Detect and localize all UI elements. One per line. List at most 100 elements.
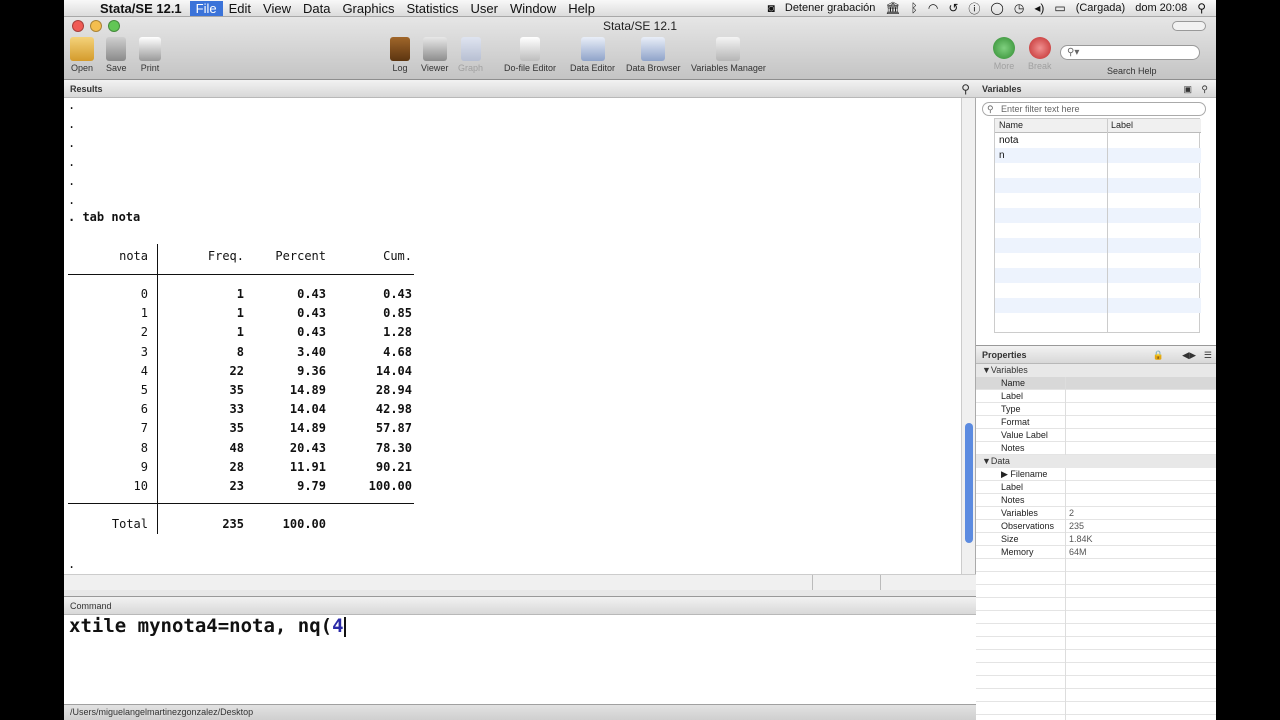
property-row[interactable]: ▶ Filename xyxy=(976,468,1216,481)
property-row[interactable] xyxy=(976,598,1216,611)
property-row[interactable] xyxy=(976,676,1216,689)
viewer-button[interactable]: Viewer xyxy=(421,37,448,73)
column-divider xyxy=(1065,611,1066,624)
bluetooth-icon[interactable]: ᛒ xyxy=(911,1,918,15)
property-row[interactable] xyxy=(976,663,1216,676)
property-row[interactable]: Name xyxy=(976,377,1216,390)
menu-file[interactable]: File xyxy=(189,0,223,16)
property-row[interactable] xyxy=(976,702,1216,715)
menu-statistics[interactable]: Statistics xyxy=(400,1,464,16)
property-row[interactable] xyxy=(976,637,1216,650)
property-row[interactable]: Notes xyxy=(976,442,1216,455)
section-variables[interactable]: ▼Variables xyxy=(976,364,1216,377)
menu-app[interactable]: Stata/SE 12.1 xyxy=(94,1,190,16)
variables-list: Name Label nota n xyxy=(994,118,1201,333)
property-value: 2 xyxy=(1069,508,1075,518)
search-icon[interactable]: ⚲ xyxy=(1201,80,1208,98)
property-row[interactable]: Variables 2 xyxy=(976,507,1216,520)
list-icon[interactable]: ☰ xyxy=(1204,346,1212,364)
menu-data[interactable]: Data xyxy=(297,1,336,16)
menu-window[interactable]: Window xyxy=(504,1,562,16)
property-row[interactable] xyxy=(976,624,1216,637)
property-row[interactable]: Value Label xyxy=(976,429,1216,442)
record-icon[interactable]: ◙ xyxy=(768,1,775,15)
property-row[interactable] xyxy=(976,650,1216,663)
nav-arrows-icon[interactable]: ◀▶ xyxy=(1182,346,1196,364)
menu-graphics[interactable]: Graphics xyxy=(336,1,400,16)
property-row[interactable]: Format xyxy=(976,416,1216,429)
property-row[interactable] xyxy=(976,572,1216,585)
column-divider xyxy=(1065,650,1066,663)
column-divider xyxy=(1065,663,1066,676)
recording-label[interactable]: Detener grabación xyxy=(785,2,876,14)
variable-row[interactable]: nota xyxy=(995,133,1201,148)
empty-row xyxy=(995,193,1201,208)
property-row[interactable]: Label xyxy=(976,481,1216,494)
scroll-thumb[interactable] xyxy=(965,423,973,543)
bank-icon[interactable]: 🏛 xyxy=(885,1,900,15)
property-row[interactable]: Size 1.84K xyxy=(976,533,1216,546)
more-button[interactable]: More xyxy=(993,37,1015,71)
command-input[interactable]: xtile mynota4=nota, nq(4 xyxy=(69,615,346,637)
menu-user[interactable]: User xyxy=(464,1,503,16)
print-button[interactable]: Print xyxy=(139,37,161,73)
property-row[interactable]: Notes xyxy=(976,494,1216,507)
search-help-input[interactable]: ⚲▾ xyxy=(1060,45,1200,60)
results-horizontal-scrollbar[interactable] xyxy=(64,574,976,590)
chat-icon[interactable]: ◯ xyxy=(990,1,1003,15)
screen: Stata/SE 12.1 File Edit View Data Graphi… xyxy=(64,0,1216,720)
graph-icon xyxy=(460,37,481,61)
column-label-header[interactable]: Label xyxy=(1111,120,1133,130)
search-icon: ⚲▾ xyxy=(1067,47,1080,58)
lock-icon[interactable]: 🔒 xyxy=(1153,346,1164,364)
property-row[interactable]: Observations 235 xyxy=(976,520,1216,533)
dofile-editor-button[interactable]: Do-file Editor xyxy=(504,37,556,73)
sync-icon[interactable]: ↺ xyxy=(948,1,958,15)
property-row[interactable]: Memory 64M xyxy=(976,546,1216,559)
accessibility-icon[interactable]: ⓘ xyxy=(968,0,980,17)
battery-icon[interactable]: ▭ xyxy=(1054,1,1065,15)
spotlight-icon[interactable]: ⚲ xyxy=(1197,1,1206,15)
log-button[interactable]: Log xyxy=(390,37,410,73)
data-editor-icon xyxy=(580,37,605,61)
clock-text[interactable]: dom 20:08 xyxy=(1135,2,1187,14)
open-button[interactable]: Open xyxy=(70,37,94,73)
menu-edit[interactable]: Edit xyxy=(223,1,257,16)
pane-menu-icon[interactable]: ▣ xyxy=(1183,80,1192,98)
column-divider xyxy=(1065,494,1066,507)
property-row[interactable] xyxy=(976,559,1216,572)
menu-view[interactable]: View xyxy=(257,1,297,16)
search-icon[interactable]: ⚲ xyxy=(961,80,970,98)
property-row[interactable] xyxy=(976,585,1216,598)
menu-help[interactable]: Help xyxy=(562,1,601,16)
printer-icon xyxy=(139,37,161,61)
variable-filter-input[interactable]: ⚲ Enter filter text here xyxy=(982,102,1206,116)
clock-icon[interactable]: ◷ xyxy=(1014,1,1024,15)
break-button[interactable]: Break xyxy=(1028,37,1052,71)
column-divider xyxy=(1065,520,1066,533)
property-row[interactable]: Type xyxy=(976,403,1216,416)
section-data[interactable]: ▼Data xyxy=(976,455,1216,468)
results-vertical-scrollbar[interactable] xyxy=(961,98,975,574)
graph-button[interactable]: Graph xyxy=(458,37,483,73)
column-divider xyxy=(1065,676,1066,689)
command-pane: Command xtile mynota4=nota, nq(4 xyxy=(64,596,976,704)
window-titlebar: Stata/SE 12.1 Open Save Print Log Viewer… xyxy=(64,17,1216,80)
data-editor-button[interactable]: Data Editor xyxy=(570,37,615,73)
volume-icon[interactable]: ◂) xyxy=(1034,1,1044,15)
battery-status[interactable]: (Cargada) xyxy=(1076,2,1126,14)
property-row[interactable] xyxy=(976,689,1216,702)
column-name-header[interactable]: Name xyxy=(999,120,1023,130)
save-button[interactable]: Save xyxy=(106,37,127,73)
toolbar-toggle-button[interactable] xyxy=(1172,21,1206,31)
property-row[interactable] xyxy=(976,715,1216,720)
column-divider xyxy=(1065,637,1066,650)
variable-row[interactable]: n xyxy=(995,148,1201,163)
property-row[interactable] xyxy=(976,611,1216,624)
wifi-icon[interactable]: ◠ xyxy=(928,1,938,15)
data-browser-button[interactable]: Data Browser xyxy=(626,37,681,73)
property-key: Observations xyxy=(1001,521,1055,531)
variables-manager-button[interactable]: Variables Manager xyxy=(691,37,766,73)
property-row[interactable]: Label xyxy=(976,390,1216,403)
results-output[interactable]: . . . . . . . tab nota nota Freq. Percent C… xyxy=(68,98,958,576)
